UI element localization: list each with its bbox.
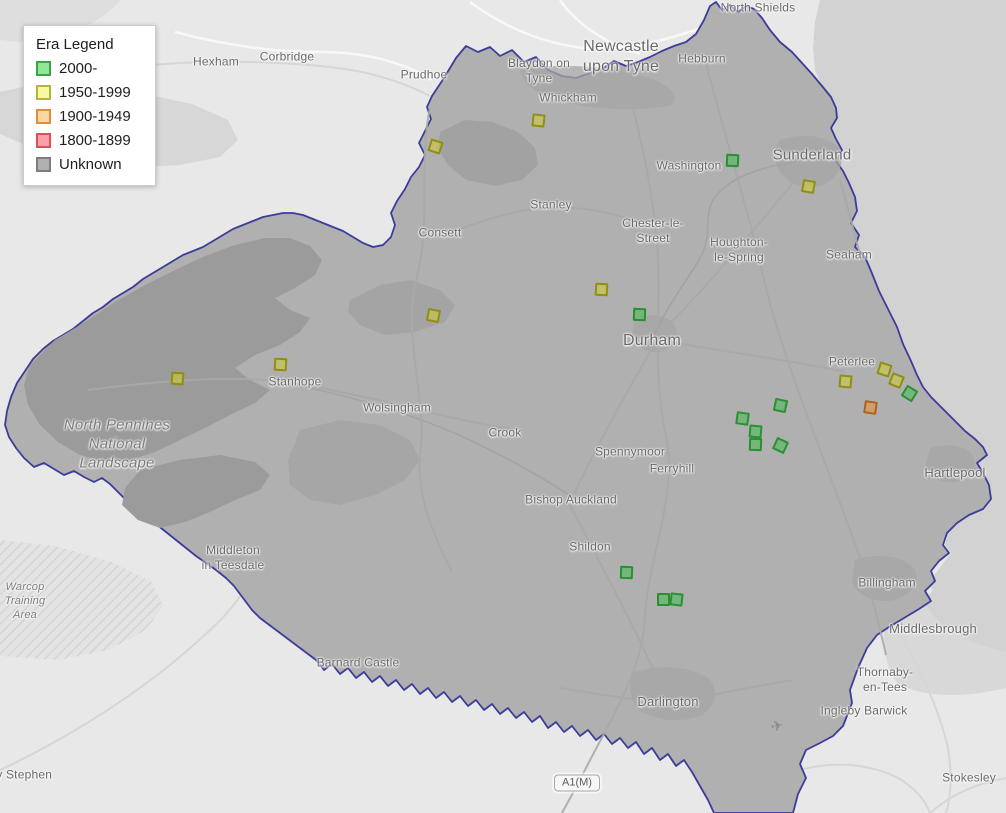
legend-label-2000: 2000-	[59, 60, 97, 77]
road-badge-a1m: A1(M)	[554, 775, 600, 792]
era-marker-2000[interactable]	[669, 592, 683, 606]
training-area-hatch	[0, 540, 163, 660]
era-marker-2000[interactable]	[657, 593, 670, 606]
legend-item-2000: 2000-	[36, 60, 143, 77]
legend-label-1800-1899: 1800-1899	[59, 132, 131, 149]
era-marker-1900-1949[interactable]	[863, 400, 878, 415]
era-marker-1950-1999[interactable]	[170, 371, 184, 385]
legend-item-1950-1999: 1950-1999	[36, 84, 143, 101]
legend-item-1900-1949: 1900-1949	[36, 108, 143, 125]
map-canvas[interactable]: North ShieldsNewcastle upon TyneHebburnH…	[0, 0, 1006, 813]
era-marker-2000[interactable]	[632, 307, 645, 320]
legend-label-1900-1949: 1900-1949	[59, 108, 131, 125]
era-marker-1950-1999[interactable]	[594, 282, 608, 296]
legend-title: Era Legend	[36, 36, 143, 53]
era-marker-2000[interactable]	[735, 411, 750, 426]
era-marker-2000[interactable]	[748, 437, 761, 450]
era-legend: Era Legend 2000- 1950-1999 1900-1949 1800-1…	[23, 25, 156, 186]
legend-swatch-1900-1949	[36, 109, 51, 124]
era-marker-1950-1999[interactable]	[273, 357, 287, 371]
legend-swatch-1950-1999	[36, 85, 51, 100]
era-marker-2000[interactable]	[725, 153, 739, 167]
era-marker-2000[interactable]	[619, 565, 632, 578]
era-marker-1950-1999[interactable]	[800, 178, 815, 193]
legend-item-unknown: Unknown	[36, 156, 143, 173]
era-marker-1950-1999[interactable]	[425, 307, 440, 322]
legend-label-1950-1999: 1950-1999	[59, 84, 131, 101]
legend-item-1800-1899: 1800-1899	[36, 132, 143, 149]
legend-label-unknown: Unknown	[59, 156, 122, 173]
era-marker-1950-1999[interactable]	[531, 113, 545, 127]
legend-swatch-2000	[36, 61, 51, 76]
legend-swatch-unknown	[36, 157, 51, 172]
era-marker-1950-1999[interactable]	[838, 374, 852, 388]
legend-items: 2000- 1950-1999 1900-1949 1800-1899 Unknown	[36, 60, 143, 173]
era-marker-2000[interactable]	[772, 397, 787, 412]
era-marker-2000[interactable]	[748, 424, 762, 438]
legend-swatch-1800-1899	[36, 133, 51, 148]
